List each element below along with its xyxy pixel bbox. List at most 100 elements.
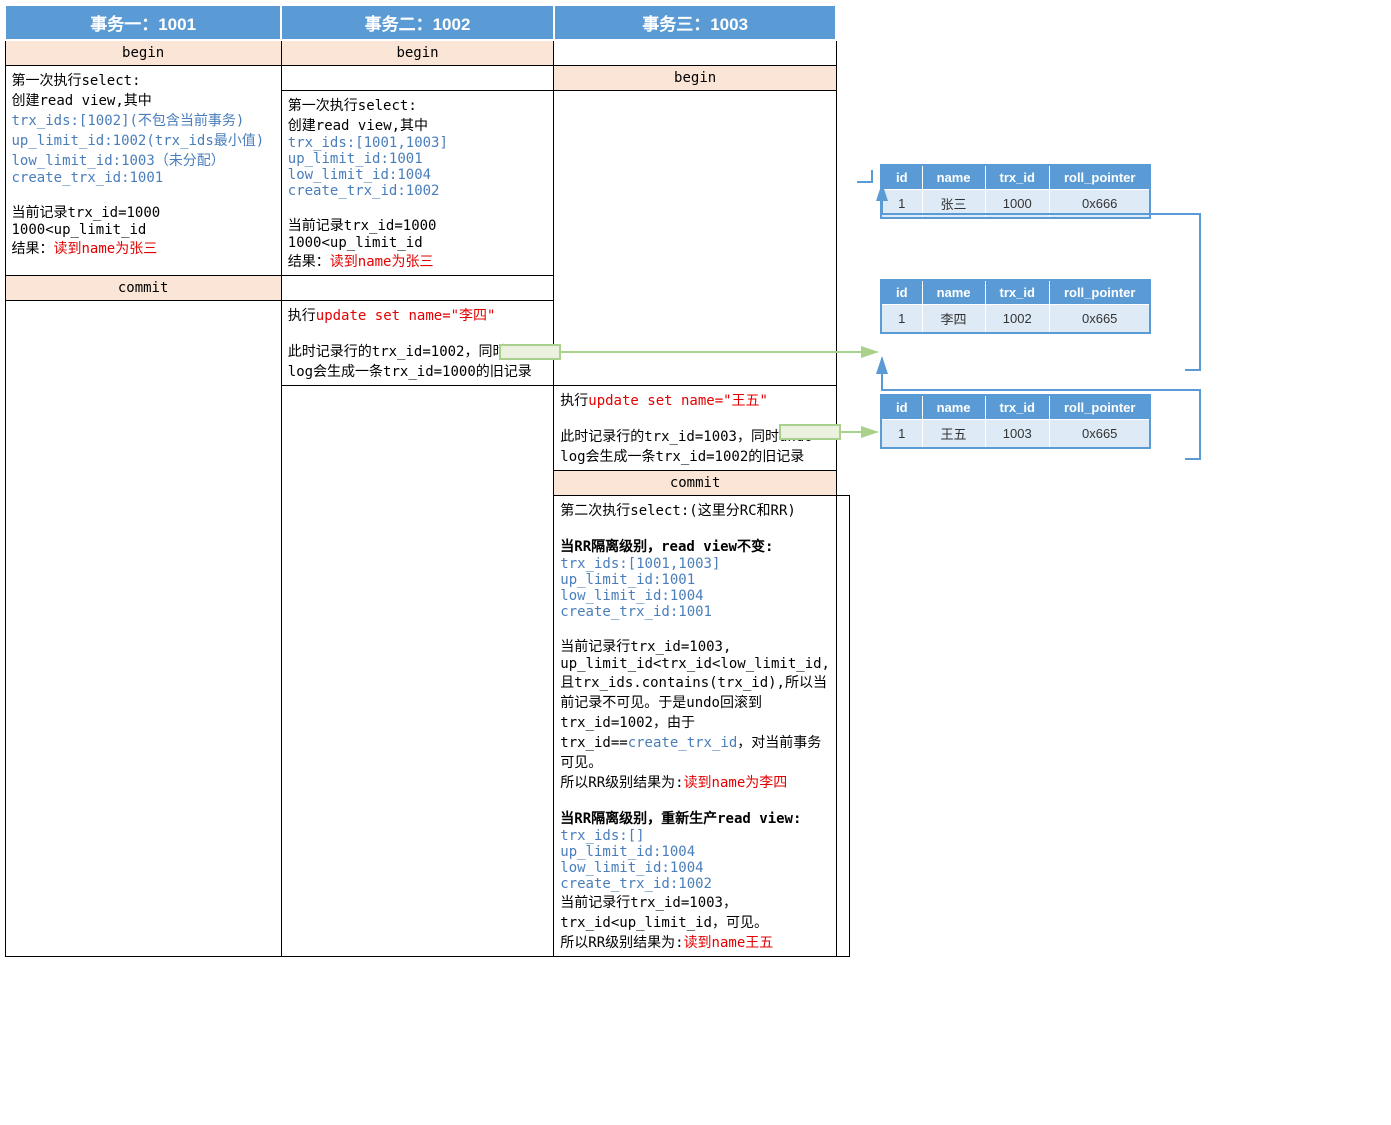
text: create_trx_id:1002 [560, 876, 830, 892]
empty-cell [554, 40, 837, 66]
val-ptr: 0x665 [1049, 420, 1150, 449]
text: 所以RR级别结果为: [560, 935, 683, 951]
tx2-select-cell: 第一次执行select: 创建read view,其中 trx_ids:[100… [281, 91, 554, 276]
record-version-2: id name trx_id roll_pointer 1 李四 1002 0x… [880, 279, 1151, 334]
text: low_limit_id:1004 [560, 588, 830, 604]
result-line: 结果：读到name为张三 [12, 238, 275, 258]
record-version-1: id name trx_id roll_pointer 1 张三 1000 0x… [880, 164, 1151, 219]
val-trx: 1002 [985, 305, 1049, 334]
col-id: id [881, 165, 922, 190]
val-name: 李四 [922, 305, 985, 334]
begin-cell-3: begin [554, 66, 837, 91]
col-name: name [922, 280, 985, 305]
text: up_limit_id:1004 [560, 844, 830, 860]
val-ptr: 0x666 [1049, 190, 1150, 219]
text: 当RR隔离级别，read view不变: [560, 536, 830, 556]
val-trx: 1003 [985, 420, 1049, 449]
val-name: 张三 [922, 190, 985, 219]
result-line: 结果：读到name为张三 [288, 251, 548, 271]
col-ptr: roll_pointer [1049, 395, 1150, 420]
header-tx2: 事务二：1002 [281, 5, 554, 40]
text: trx_id<up_limit_id，可见。 [560, 912, 830, 932]
val-id: 1 [881, 190, 922, 219]
col-name: name [922, 395, 985, 420]
header-tx3: 事务三：1003 [554, 5, 837, 40]
text: 当前记录trx_id=1000 [12, 202, 275, 222]
text: 此时记录行的trx_id=1002，同时undo log会生成一条trx_id=… [288, 341, 548, 381]
record-version-3: id name trx_id roll_pointer 1 王五 1003 0x… [880, 394, 1151, 449]
result-line: 所以RR级别结果为:读到name为李四 [560, 772, 830, 792]
text: 读到name为李四 [684, 775, 788, 791]
text: up_limit_id:1001 [288, 151, 548, 167]
commit-cell-3: commit [554, 471, 837, 496]
text: 创建read view,其中 [288, 115, 548, 135]
text: low_limit_id:1004 [288, 167, 548, 183]
tx2-update-cell: 执行update set name="李四" 此时记录行的trx_id=1002… [281, 301, 554, 386]
col-ptr: roll_pointer [1049, 165, 1150, 190]
version-chain-panel: id name trx_id roll_pointer 1 张三 1000 0x… [880, 4, 1151, 449]
empty-cell [281, 386, 554, 957]
col-id: id [881, 280, 922, 305]
text: 读到name王五 [684, 935, 774, 951]
val-id: 1 [881, 420, 922, 449]
text: trx_ids:[1001,1003] [560, 556, 830, 572]
text: up_limit_id<trx_id<low_limit_id, [560, 656, 830, 672]
transaction-table: 事务一：1001 事务二：1002 事务三：1003 begin begin 第… [4, 4, 850, 957]
text: up_limit_id:1001 [560, 572, 830, 588]
text: trx_id== [560, 735, 627, 751]
text: create_trx_id:1001 [560, 604, 830, 620]
update-line: 执行update set name="王五" [560, 390, 830, 410]
col-trx: trx_id [985, 280, 1049, 305]
text: 且trx_ids.contains(trx_id),所以当前记录不可见。于是un… [560, 672, 830, 732]
text: create_trx_id:1001 [12, 170, 275, 186]
text: 1000<up_limit_id [12, 222, 275, 238]
text: up_limit_id:1002(trx_ids最小值) [12, 130, 275, 150]
empty-cell [281, 66, 554, 91]
col-ptr: roll_pointer [1049, 280, 1150, 305]
text: 结果： [288, 254, 330, 270]
text: 读到name为张三 [330, 254, 434, 270]
tx2-second-select-cell: 第二次执行select:(这里分RC和RR) 当RR隔离级别，read view… [554, 496, 837, 957]
text: create_trx_id [628, 735, 738, 751]
header-tx1: 事务一：1001 [5, 5, 281, 40]
text: low_limit_id:1003（未分配） [12, 150, 275, 170]
text: 当前记录行trx_id=1003， [560, 892, 830, 912]
text: 第一次执行select: [12, 70, 275, 90]
tx3-update-cell: 执行update set name="王五" 此时记录行的trx_id=1003… [554, 386, 837, 471]
update-line: 执行update set name="李四" [288, 305, 548, 325]
text: 当RR隔离级别，重新生产read view: [560, 808, 830, 828]
text: 结果： [12, 241, 54, 257]
empty-cell [836, 496, 849, 957]
empty-cell [281, 276, 554, 301]
begin-cell-2: begin [281, 40, 554, 66]
col-name: name [922, 165, 985, 190]
text: 执行 [560, 393, 588, 409]
text: 读到name为张三 [54, 241, 158, 257]
text: 执行 [288, 308, 316, 324]
commit-cell-1: commit [5, 276, 281, 301]
text: update set name="王五" [588, 393, 768, 409]
col-trx: trx_id [985, 395, 1049, 420]
val-name: 王五 [922, 420, 985, 449]
text: 当前记录行trx_id=1003, [560, 636, 830, 656]
text: update set name="李四" [316, 308, 496, 324]
text: 创建read view,其中 [12, 90, 275, 110]
col-trx: trx_id [985, 165, 1049, 190]
empty-cell [5, 301, 281, 957]
text: create_trx_id:1002 [288, 183, 548, 199]
result-line: 所以RR级别结果为:读到name王五 [560, 932, 830, 952]
text: trx_ids:[] [560, 828, 830, 844]
text: 1000<up_limit_id [288, 235, 548, 251]
col-id: id [881, 395, 922, 420]
text: 所以RR级别结果为: [560, 775, 683, 791]
text: 当前记录trx_id=1000 [288, 215, 548, 235]
text-line: trx_id==create_trx_id，对当前事务可见。 [560, 732, 830, 772]
text: low_limit_id:1004 [560, 860, 830, 876]
text: 第一次执行select: [288, 95, 548, 115]
begin-cell-1: begin [5, 40, 281, 66]
tx1-select-cell: 第一次执行select: 创建read view,其中 trx_ids:[100… [5, 66, 281, 276]
text: trx_ids:[1002](不包含当前事务) [12, 110, 275, 130]
val-id: 1 [881, 305, 922, 334]
empty-cell [554, 91, 837, 386]
val-trx: 1000 [985, 190, 1049, 219]
